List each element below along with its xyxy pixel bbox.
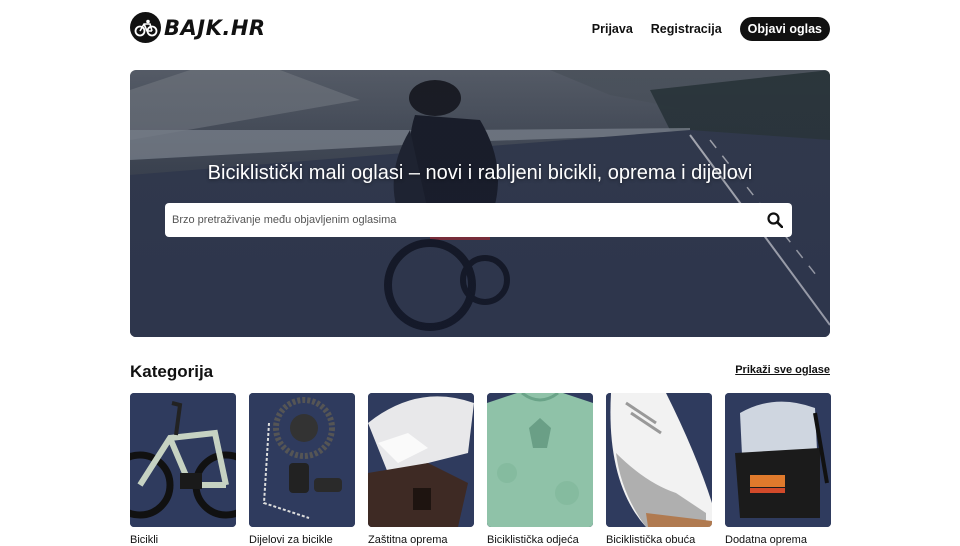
bike-logo-icon — [130, 12, 161, 43]
category-label: Biciklistička obuća — [606, 534, 696, 546]
show-all-ads-link[interactable]: Prikaži sve oglase — [735, 364, 830, 376]
category-card-clothing[interactable]: Biciklistička odjeća — [487, 393, 593, 546]
category-label: Biciklistička odjeća — [487, 534, 579, 546]
login-link[interactable]: Prijava — [592, 22, 633, 36]
site-logo[interactable]: BAJK.HR — [130, 12, 266, 43]
hero-banner: Biciklistički mali oglasi – novi i rablj… — [130, 70, 830, 337]
bike-icon — [130, 393, 236, 527]
search-button[interactable] — [758, 203, 792, 237]
category-card-shoes[interactable]: Biciklistička obuća — [606, 393, 712, 546]
logo-text: BAJK.HR — [164, 15, 266, 40]
category-label: Zaštitna oprema — [368, 534, 448, 546]
backpack-icon — [725, 393, 831, 527]
shoe-icon — [606, 393, 712, 527]
register-link[interactable]: Registracija — [651, 22, 722, 36]
category-card-parts[interactable]: Dijelovi za bicikle — [249, 393, 355, 546]
category-label: Bicikli — [130, 534, 159, 546]
site-header: BAJK.HR Prijava Registracija Objavi ogla… — [0, 0, 960, 58]
publish-ad-button[interactable]: Objavi oglas — [739, 17, 830, 41]
header-nav: Prijava Registracija Objavi oglas — [592, 17, 830, 41]
search-bar — [165, 203, 792, 237]
hero-title: Biciklistički mali oglasi – novi i rablj… — [207, 162, 753, 184]
search-input[interactable] — [165, 203, 758, 237]
category-card-accessories[interactable]: Dodatna oprema — [725, 393, 831, 546]
helmet-icon — [368, 393, 474, 527]
search-icon — [767, 212, 783, 228]
category-label: Dodatna oprema — [725, 534, 807, 546]
category-card-protective[interactable]: Zaštitna oprema — [368, 393, 474, 546]
category-label: Dijelovi za bicikle — [249, 534, 333, 546]
jersey-icon — [487, 393, 593, 527]
category-list: Bicikli Dijelovi za bicikle Zaštitna opr… — [130, 393, 831, 546]
categories-heading: Kategorija — [130, 362, 214, 381]
derailleur-icon — [249, 393, 355, 527]
category-card-bikes[interactable]: Bicikli — [130, 393, 236, 546]
